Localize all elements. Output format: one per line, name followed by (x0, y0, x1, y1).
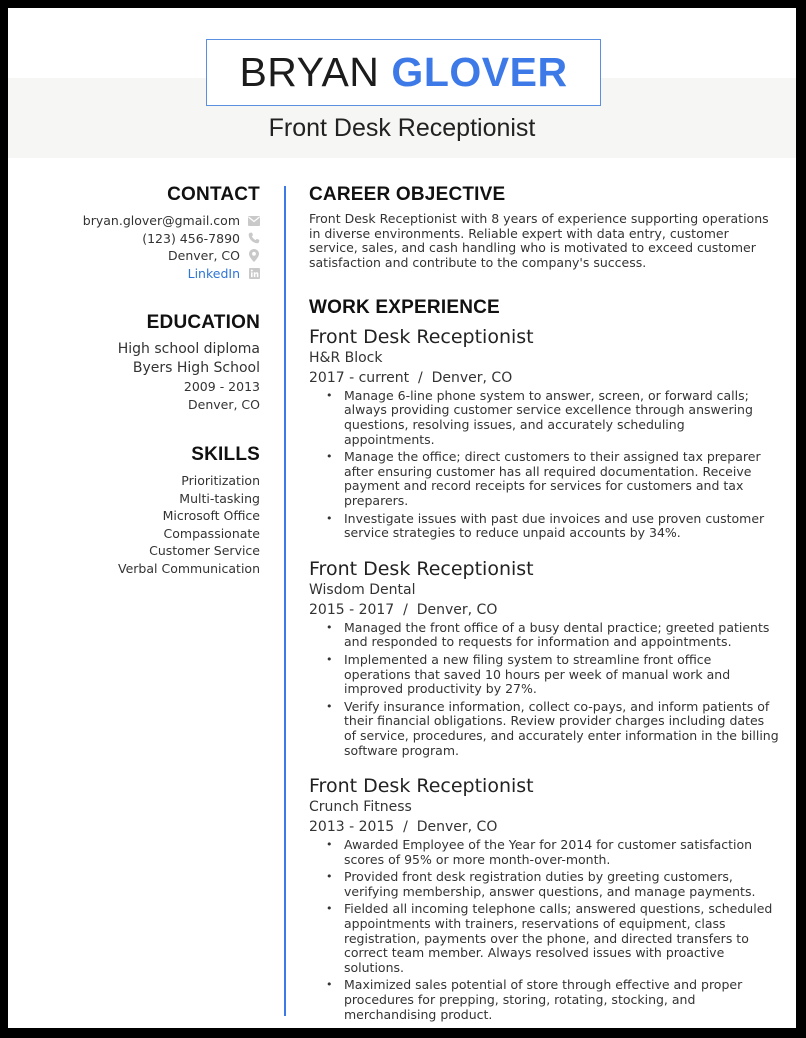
job-bullets: Manage 6-line phone system to answer, sc… (309, 388, 779, 541)
job-bullet: Manage 6-line phone system to answer, sc… (309, 388, 779, 447)
job-company: Wisdom Dental (309, 581, 416, 598)
education-heading: EDUCATION (146, 312, 260, 333)
job-bullet: Fielded all incoming telephone calls; an… (309, 902, 779, 975)
job-bullet: Awarded Employee of the Year for 2014 fo… (309, 837, 779, 867)
job-bullet: Provided front desk registration duties … (309, 869, 779, 899)
job-company: H&R Block (309, 349, 383, 366)
skills-section: SKILLS Prioritization Multi-tasking Micr… (48, 444, 260, 577)
work-heading: WORK EXPERIENCE (309, 296, 500, 318)
last-name: GLOVER (391, 49, 568, 95)
linkedin-icon (248, 267, 260, 279)
skills-heading: SKILLS (191, 444, 260, 465)
job-dates-location: 2013 - 2015 / Denver, CO (309, 819, 498, 836)
right-column: CAREER OBJECTIVE Front Desk Receptionist… (309, 184, 779, 1025)
objective-text: Front Desk Receptionist with 8 years of … (309, 211, 769, 271)
education-section: EDUCATION High school diploma Byers High… (48, 312, 260, 414)
job-bullets: Managed the front office of a busy denta… (309, 620, 779, 758)
name-box: BRYAN GLOVER (206, 39, 601, 106)
contact-phone[interactable]: (123) 456-7890 (48, 230, 260, 248)
skill-item: Microsoft Office (162, 508, 260, 523)
job-dates-location: 2015 - 2017 / Denver, CO (309, 601, 498, 618)
contact-list: bryan.glover@gmail.com (123) 456-7890 De… (48, 212, 260, 282)
skill-item: Verbal Communication (118, 560, 260, 576)
job-dates-location: 2017 - current / Denver, CO (309, 369, 513, 386)
contact-section: CONTACT bryan.glover@gmail.com (123) 456… (48, 184, 260, 282)
skills-list: Prioritization Multi-tasking Microsoft O… (48, 472, 260, 577)
education-degree: High school diploma (117, 341, 260, 357)
job-bullets: Awarded Employee of the Year for 2014 fo… (309, 837, 779, 1022)
contact-heading: CONTACT (167, 184, 260, 205)
education-school: Byers High School (132, 360, 260, 376)
map-pin-icon (248, 249, 260, 263)
skill-item: Multi-tasking (179, 490, 260, 506)
job-entry: Front Desk Receptionist Wisdom Dental 20… (309, 557, 779, 758)
first-name: BRYAN (239, 49, 380, 95)
contact-location: Denver, CO (48, 247, 260, 265)
job-entry: Front Desk Receptionist Crunch Fitness 2… (309, 774, 779, 1022)
job-role: Front Desk Receptionist (309, 775, 534, 798)
job-bullet: Implemented a new filing system to strea… (309, 652, 779, 697)
job-bullet: Manage the office; direct customers to t… (309, 449, 779, 508)
email-text[interactable]: bryan.glover@gmail.com (83, 213, 240, 228)
contact-email[interactable]: bryan.glover@gmail.com (48, 212, 260, 230)
skill-item: Prioritization (181, 473, 260, 488)
skill-item: Customer Service (149, 543, 260, 558)
envelope-icon (248, 215, 260, 227)
phone-text[interactable]: (123) 456-7890 (142, 231, 240, 246)
job-bullet: Verify insurance information, collect co… (309, 699, 779, 758)
left-column: CONTACT bryan.glover@gmail.com (123) 456… (48, 184, 260, 577)
linkedin-link[interactable]: LinkedIn (188, 266, 240, 281)
contact-linkedin[interactable]: LinkedIn (48, 265, 260, 283)
education-years: 2009 - 2013 (183, 379, 260, 394)
location-text: Denver, CO (168, 248, 240, 264)
work-experience-section: WORK EXPERIENCE Front Desk Receptionist … (309, 297, 779, 1022)
objective-heading: CAREER OBJECTIVE (309, 184, 506, 205)
job-bullet: Maximized sales potential of store throu… (309, 978, 779, 1022)
job-title: Front Desk Receptionist (268, 114, 536, 142)
education-location: Denver, CO (188, 397, 260, 412)
job-role: Front Desk Receptionist (309, 325, 534, 348)
resume-page: BRYAN GLOVER Front Desk Receptionist CON… (8, 8, 796, 1028)
column-divider (284, 186, 286, 1016)
phone-icon (248, 232, 260, 244)
job-entry: Front Desk Receptionist H&R Block 2017 -… (309, 325, 779, 541)
objective-section: CAREER OBJECTIVE Front Desk Receptionist… (309, 184, 779, 271)
skill-item: Compassionate (163, 525, 260, 541)
job-company: Crunch Fitness (309, 799, 412, 816)
job-role: Front Desk Receptionist (309, 557, 534, 580)
job-bullet: Investigate issues with past due invoice… (309, 511, 779, 541)
job-bullet: Managed the front office of a busy denta… (309, 620, 779, 650)
